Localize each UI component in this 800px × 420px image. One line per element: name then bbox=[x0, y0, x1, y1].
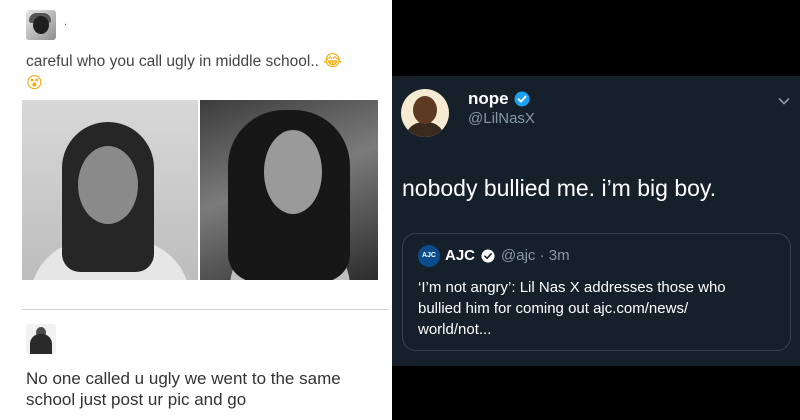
divider bbox=[22, 309, 388, 310]
avatar[interactable] bbox=[401, 89, 449, 137]
post-text: careful who you call ugly in middle scho… bbox=[26, 50, 376, 94]
verified-badge-icon bbox=[481, 249, 495, 263]
avatar[interactable] bbox=[26, 324, 56, 354]
author-mark: . bbox=[64, 16, 68, 28]
ajc-logo: AJC bbox=[418, 245, 440, 267]
chevron-down-icon[interactable] bbox=[777, 94, 791, 108]
tweet-display-name[interactable]: nope bbox=[468, 89, 509, 109]
selfie-photo[interactable] bbox=[200, 100, 378, 280]
left-panel: . careful who you call ugly in middle sc… bbox=[0, 0, 392, 420]
avatar[interactable] bbox=[26, 10, 56, 40]
yearbook-photo[interactable] bbox=[22, 100, 198, 280]
dizzy-emoji-icon: 😵 bbox=[26, 73, 43, 92]
quoted-display-name[interactable]: AJC bbox=[445, 247, 475, 264]
tweet-handle[interactable]: @LilNasX bbox=[468, 110, 535, 127]
tweet-text: nobody bullied me. i’m big boy. bbox=[402, 175, 717, 201]
reply-text: No one called u ugly we went to the same… bbox=[26, 369, 341, 409]
verified-badge-icon bbox=[514, 91, 530, 107]
quoted-tweet[interactable]: AJC AJC @ajc · 3m ‘I’m not angry’: Lil N… bbox=[402, 233, 791, 351]
post-text-content: careful who you call ugly in middle scho… bbox=[26, 53, 319, 70]
quoted-text: ‘I’m not angry’: Lil Nas X addresses tho… bbox=[418, 279, 726, 338]
laughing-emoji-icon: 😂 bbox=[323, 51, 342, 70]
quoted-handle[interactable]: @ajc · 3m bbox=[501, 247, 570, 264]
tweet-card[interactable]: nope @LilNasX nobody bullied me. i’m big… bbox=[392, 76, 800, 366]
